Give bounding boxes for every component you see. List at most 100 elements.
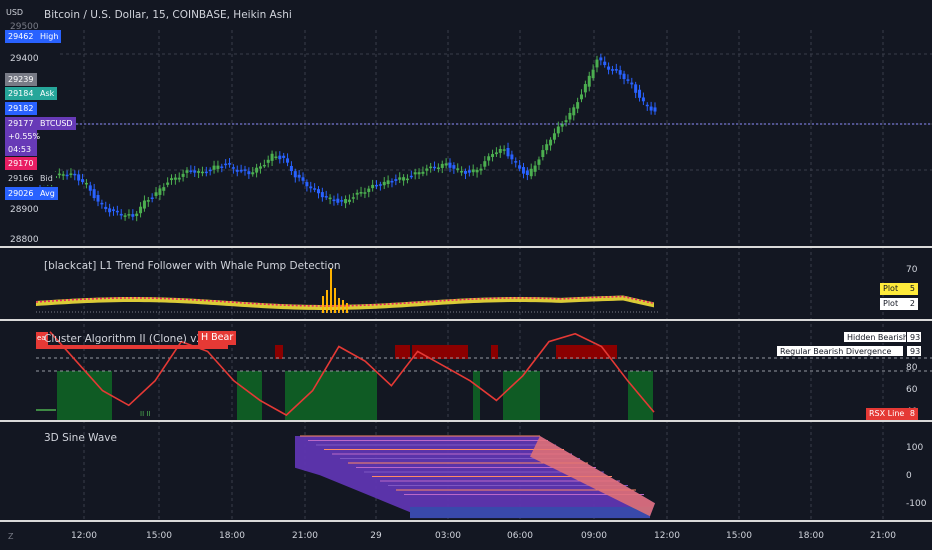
candle-body — [320, 192, 324, 198]
candle-body — [599, 57, 603, 61]
candle-body — [622, 73, 626, 80]
price-marker-value: 29177 — [5, 117, 37, 130]
legend-label: RSX Line — [869, 409, 905, 418]
pane-separator[interactable] — [0, 246, 932, 248]
candle-body — [111, 209, 115, 211]
candle-body — [483, 161, 487, 167]
candle-body — [123, 215, 127, 217]
candle-body — [634, 84, 638, 93]
candle-body — [88, 185, 92, 191]
candle-body — [467, 170, 471, 173]
legend-label: Hidden Bearish — [847, 333, 908, 342]
candle-body — [413, 172, 417, 175]
candle-body — [61, 174, 65, 176]
price-marker-value: 29170 — [5, 157, 37, 170]
candle-body — [491, 154, 495, 157]
timezone-icon[interactable]: Z — [8, 532, 13, 541]
time-label: 15:00 — [146, 531, 172, 541]
price-marker-value: 04:53 — [5, 143, 37, 156]
price-tick: 29400 — [10, 54, 39, 64]
price-marker-value: 29184 — [5, 87, 37, 100]
candle-body — [239, 170, 243, 172]
chart-canvas[interactable] — [0, 0, 932, 550]
candle-body — [576, 102, 580, 109]
candle-body — [173, 177, 177, 180]
candle-body — [518, 165, 522, 169]
price-marker-label: BTCUSD — [37, 117, 76, 130]
candle-body — [603, 61, 607, 66]
legend-label: Plot — [883, 299, 899, 308]
rsx-line-legend: RSX Line 8 — [866, 408, 918, 420]
candle-body — [100, 202, 104, 205]
candle-body — [104, 206, 108, 210]
candle-body — [444, 163, 448, 166]
candle-body — [177, 177, 181, 180]
candle-body — [289, 165, 293, 172]
candle-body — [313, 188, 317, 190]
price-marker-label: Ask — [37, 87, 58, 100]
candle-body — [208, 169, 212, 172]
legend-value: 8 — [909, 409, 915, 418]
bull-zone — [57, 371, 112, 420]
candle-body — [204, 171, 208, 174]
candle-body — [386, 180, 390, 185]
candle-body — [316, 189, 320, 194]
price-marker-value: 29239 — [5, 73, 37, 86]
candle-body — [135, 213, 139, 216]
candle-body — [247, 171, 251, 175]
candle-body — [305, 182, 309, 187]
candle-body — [506, 147, 510, 157]
candle-body — [231, 167, 235, 169]
candle-body — [402, 177, 406, 181]
price-marker-value: 29026 — [5, 187, 37, 200]
candle-body — [638, 89, 642, 98]
candle-body — [610, 69, 614, 71]
candle-body — [119, 213, 123, 216]
pane-separator[interactable] — [0, 420, 932, 422]
candle-body — [541, 150, 545, 157]
price-marker-value: 29166 — [5, 172, 37, 185]
candle-body — [641, 97, 645, 102]
candle-body — [139, 206, 143, 214]
currency-label: USD — [6, 8, 24, 17]
candle-body — [614, 69, 618, 71]
chart-stage[interactable]: USD Bitcoin / U.S. Dollar, 15, COINBASE,… — [0, 0, 932, 550]
whale-pump-bar — [334, 288, 336, 313]
candle-body — [591, 69, 595, 79]
price-marker-label: Bid — [37, 172, 56, 185]
candle-body — [375, 184, 379, 187]
candle-body — [189, 170, 193, 172]
sine-tick: 100 — [906, 443, 924, 453]
bull-signal-marks: II II — [140, 410, 151, 418]
candle-body — [494, 152, 498, 155]
whale-pump-bar — [330, 268, 332, 313]
candle-body — [293, 171, 297, 178]
time-label: 29 — [370, 531, 382, 541]
candle-body — [463, 170, 467, 174]
time-label: 06:00 — [507, 531, 533, 541]
candle-body — [549, 139, 553, 146]
sine-tick: -100 — [906, 499, 927, 509]
candle-body — [328, 197, 332, 200]
time-label: 18:00 — [219, 531, 245, 541]
candle-body — [262, 164, 266, 167]
candle-body — [166, 182, 170, 185]
time-label: 21:00 — [292, 531, 318, 541]
candle-body — [108, 208, 112, 213]
candle-body — [525, 170, 529, 175]
candle-body — [235, 169, 239, 172]
time-label: 12:00 — [71, 531, 97, 541]
candle-body — [556, 126, 560, 134]
cluster-tick: 80 — [906, 363, 918, 373]
candle-body — [405, 178, 409, 181]
candle-body — [220, 166, 224, 168]
candle-body — [433, 166, 437, 169]
candle-body — [170, 178, 174, 181]
bull-zone — [503, 371, 540, 420]
candle-body — [564, 120, 568, 123]
bear-zone — [275, 345, 283, 359]
pane-separator[interactable] — [0, 319, 932, 321]
candle-body — [243, 169, 247, 171]
pane-separator[interactable] — [0, 520, 932, 522]
time-label: 18:00 — [798, 531, 824, 541]
